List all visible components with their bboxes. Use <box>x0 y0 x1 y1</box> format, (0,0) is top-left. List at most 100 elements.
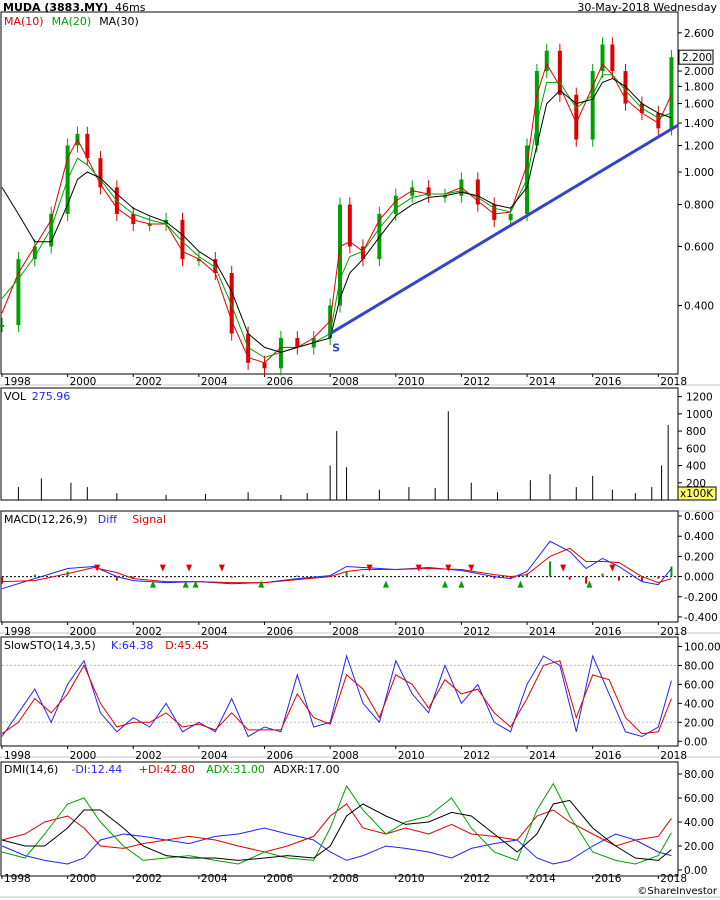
volume-tick-label: 800 <box>686 426 706 438</box>
macd-diff-line <box>1 540 672 590</box>
legend-item: +DI:42.80 <box>139 763 195 776</box>
dmi-adxr-line <box>1 799 672 861</box>
x-tick-label-macd-3: 2004 <box>201 626 228 638</box>
x-tick-label-sto-0: 1998 <box>4 750 31 762</box>
macd-sell-arrow <box>159 564 166 572</box>
x-tick-label-price-5: 2008 <box>332 376 359 388</box>
x-tick-label-dmi-0: 1998 <box>4 873 31 885</box>
sto-k-line <box>1 654 672 738</box>
legend-item: D:45.45 <box>165 639 209 652</box>
price-tick-label: 0.400 <box>684 301 714 313</box>
macd-sell-arrow <box>218 564 225 572</box>
panel-frame-macd <box>0 510 679 623</box>
x-tick-label-sto-4: 2006 <box>267 750 294 762</box>
price-candle-body <box>16 259 21 325</box>
x-tick-label-price-1: 2000 <box>70 376 97 388</box>
price-candle-body <box>508 213 513 220</box>
macd-sell-arrow <box>609 564 616 572</box>
macd-tick-label: 0.200 <box>684 551 714 563</box>
x-tick-label-sto-5: 2008 <box>332 750 359 762</box>
x-tick-label-sto-8: 2014 <box>529 750 556 762</box>
x-tick-label-sto-7: 2012 <box>463 750 490 762</box>
price-tick-label: 2.600 <box>684 28 714 40</box>
price-tick-label: 0.800 <box>684 200 714 212</box>
dmi-tick-label: 40.00 <box>684 817 714 829</box>
macd-tick-label: 0.400 <box>684 531 714 543</box>
x-tick-label-dmi-7: 2012 <box>463 873 490 885</box>
dmi-tick-label: 0.00 <box>684 865 707 877</box>
x-tick-label-dmi-5: 2008 <box>332 873 359 885</box>
macd-sell-arrow <box>445 564 452 572</box>
legend-item: MACD(12,26,9) <box>4 513 88 526</box>
macd-tick-label: -0.200 <box>684 592 718 604</box>
ma20-line <box>1 74 672 359</box>
x-tick-label-dmi-6: 2010 <box>398 873 425 885</box>
price-candle-body <box>393 195 398 214</box>
dmi-tick-label: 20.00 <box>684 841 714 853</box>
legend-item: 275.96 <box>32 390 71 403</box>
legend-item: VOL <box>4 390 27 403</box>
macd-buy-arrow <box>458 580 465 588</box>
x-tick-label-dmi-3: 2004 <box>201 873 228 885</box>
x-tick-label-macd-6: 2010 <box>398 626 425 638</box>
volume-tick-label: 1000 <box>686 409 713 421</box>
legend-item: ADXR:17.00 <box>274 763 340 776</box>
legend-item: K:64.38 <box>111 639 153 652</box>
legend-item: -DI:12.44 <box>71 763 122 776</box>
last-price-label: 2.200 <box>682 52 712 64</box>
x-tick-label-price-3: 2004 <box>201 376 228 388</box>
price-tick-label: 0.600 <box>684 241 714 253</box>
price-candle-body <box>262 362 267 369</box>
volume-unit-label: x100K <box>680 488 714 500</box>
sto-tick-label: 40.00 <box>684 698 714 710</box>
legend-item: Diff <box>98 513 118 526</box>
x-tick-label-macd-1: 2000 <box>70 626 97 638</box>
legend-item: MA(10) <box>4 15 44 28</box>
price-tick-label: 1.600 <box>684 99 714 111</box>
trendline-marker: S <box>332 342 340 355</box>
macd-sell-arrow <box>560 564 567 572</box>
sto-tick-label: 80.00 <box>684 660 714 672</box>
panel-frame-price <box>0 11 679 375</box>
legend-item: SlowSTO(14,3,5) <box>4 639 96 652</box>
macd-tick-label: 0.000 <box>684 572 714 584</box>
volume-tick-label: 600 <box>686 443 706 455</box>
price-tick-label: 2.000 <box>684 66 714 78</box>
macd-tick-label: 0.600 <box>684 511 714 523</box>
x-tick-label-dmi-8: 2014 <box>529 873 556 885</box>
support-trendline <box>329 123 679 335</box>
dmi-adx-line <box>1 782 672 865</box>
volume-tick-label: 1200 <box>686 392 713 404</box>
macd-buy-arrow <box>586 580 593 588</box>
ma30-line <box>1 77 672 353</box>
x-tick-label-price-6: 2010 <box>398 376 425 388</box>
x-tick-label-macd-0: 1998 <box>4 626 31 638</box>
legend-item: Signal <box>132 513 166 526</box>
macd-sell-arrow <box>186 564 193 572</box>
x-tick-label-macd-5: 2008 <box>332 626 359 638</box>
price-tick-label: 1.000 <box>684 167 714 179</box>
dmi-tick-label: 80.00 <box>684 769 714 781</box>
x-tick-label-price-8: 2014 <box>529 376 556 388</box>
x-tick-label-dmi-9: 2016 <box>595 873 622 885</box>
price-candle-body <box>557 50 562 95</box>
legend-item: MA(20) <box>52 15 92 28</box>
sto-tick-label: 60.00 <box>684 679 714 691</box>
x-tick-label-macd-8: 2014 <box>529 626 556 638</box>
panel-frame-volume <box>0 387 679 501</box>
x-tick-label-sto-3: 2004 <box>201 750 228 762</box>
macd-tick-label: -0.400 <box>684 612 718 624</box>
x-tick-label-price-0: 1998 <box>4 376 31 388</box>
legend-item: DMI(14,6) <box>4 763 58 776</box>
x-tick-label-sto-1: 2000 <box>70 750 97 762</box>
price-candle-body <box>98 158 103 188</box>
price-tick-label: 1.800 <box>684 81 714 93</box>
price-candle-body <box>610 44 615 72</box>
sto-tick-label: 100.00 <box>684 641 720 653</box>
x-tick-label-macd-4: 2006 <box>267 626 294 638</box>
price-candle-body <box>347 204 352 247</box>
macd-buy-arrow <box>442 580 449 588</box>
x-tick-label-price-9: 2016 <box>595 376 622 388</box>
x-tick-label-macd-10: 2018 <box>660 626 687 638</box>
macd-buy-arrow <box>382 580 389 588</box>
